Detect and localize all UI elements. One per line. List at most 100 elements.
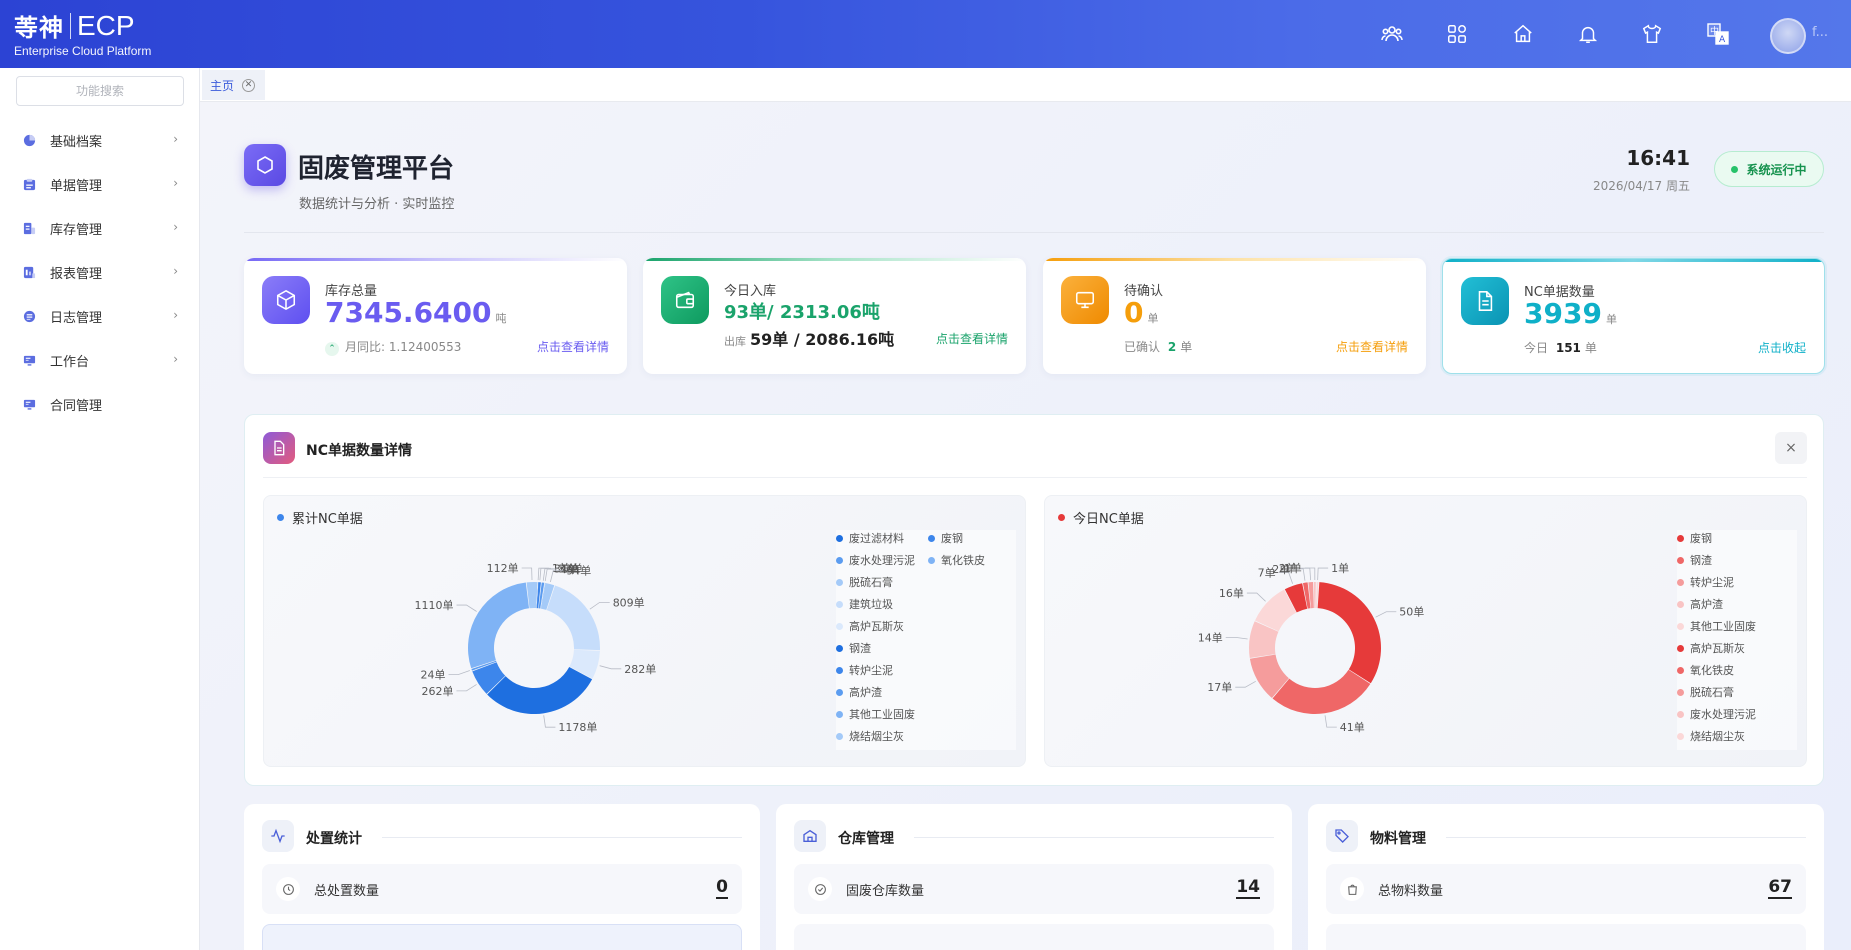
donut-slice[interactable] (546, 585, 600, 651)
sidebar-item-workbench[interactable]: 工作台 › (0, 338, 200, 382)
card-warehouse-management: 仓库管理 固废仓库数量 14 (776, 804, 1292, 950)
chart-title: 累计NC单据 (277, 508, 363, 527)
sidebar-menu: 基础档案 › 单据管理 › 库存管理 › 报表管理 › 日志管理 › 工作台 › (0, 118, 200, 426)
legend-item[interactable]: 高炉瓦斯灰 (1677, 640, 1745, 656)
legend-item[interactable]: 转炉尘泥 (1677, 574, 1734, 590)
donut-slice[interactable] (468, 582, 530, 669)
monitor-icon (22, 353, 36, 367)
legend-label: 脱硫石膏 (849, 576, 893, 589)
kpi-card-nc-documents[interactable]: NC单据数量 3939 单 今日 151 单 点击收起 (1442, 258, 1825, 374)
divider (244, 232, 1824, 233)
kpi-unit: 单 (1147, 312, 1159, 325)
translate-icon[interactable]: 中A (1702, 18, 1734, 50)
apps-icon[interactable] (1441, 18, 1473, 50)
stat-value: 14 (1236, 877, 1260, 899)
legend-swatch (836, 666, 843, 674)
donut-slice[interactable] (1313, 582, 1316, 609)
legend-item[interactable]: 其他工业固废 (836, 706, 915, 722)
label-leader-line (1324, 715, 1337, 728)
clipboard-icon (22, 177, 36, 191)
kpi-detail-link[interactable]: 点击查看详情 (936, 330, 1008, 347)
legend-swatch (836, 600, 843, 608)
function-search-input[interactable]: 功能搜索 (16, 76, 184, 106)
slice-label: 17单 (1207, 681, 1232, 694)
legend-swatch (836, 710, 843, 718)
kpi-sub: 已确认 2单 (1124, 338, 1192, 355)
donut-slice[interactable] (1317, 582, 1381, 684)
legend-label: 烧结烟尘灰 (1690, 730, 1745, 743)
legend-item[interactable]: 钢渣 (836, 640, 871, 656)
sidebar-item-basic-archive[interactable]: 基础档案 › (0, 118, 200, 162)
legend-swatch (928, 556, 935, 564)
kpi-value-number: 3939 (1524, 297, 1602, 330)
legend-item[interactable]: 废过滤材料 (836, 530, 904, 546)
legend-item[interactable]: 脱硫石膏 (1677, 684, 1734, 700)
legend-item[interactable]: 其他工业固废 (1677, 618, 1756, 634)
legend-item[interactable]: 烧结烟尘灰 (1677, 728, 1745, 744)
kpi-detail-link[interactable]: 点击查看详情 (537, 338, 609, 355)
user-name[interactable]: f... (1812, 25, 1828, 40)
stat-row[interactable] (1326, 924, 1806, 950)
legend-item[interactable]: 脱硫石膏 (836, 574, 893, 590)
team-icon[interactable] (1376, 18, 1408, 50)
slice-label: 1110单 (415, 599, 454, 612)
sidebar-item-contract-management[interactable]: 合同管理 (0, 382, 200, 426)
legend-item[interactable]: 钢渣 (1677, 552, 1712, 568)
legend-item[interactable]: 废水处理污泥 (1677, 706, 1756, 722)
close-button[interactable]: × (1775, 432, 1807, 464)
home-icon[interactable] (1507, 18, 1539, 50)
legend-item[interactable]: 废钢 (1677, 530, 1712, 546)
kpi-collapse-link[interactable]: 点击收起 (1758, 339, 1806, 356)
log-icon (22, 309, 36, 323)
legend-label: 废钢 (941, 532, 963, 545)
card-title: 物料管理 (1370, 831, 1426, 847)
status-dot-icon (1731, 165, 1739, 173)
system-status-badge: 系统运行中 (1714, 151, 1824, 187)
legend-swatch (1677, 556, 1684, 564)
page-subtitle: 数据统计与分析 · 实时监控 (299, 197, 455, 212)
kpi-sub-text: 月同比: 1.12400553 (345, 340, 462, 354)
sidebar-item-inventory-management[interactable]: 库存管理 › (0, 206, 200, 250)
sidebar-item-report-management[interactable]: 报表管理 › (0, 250, 200, 294)
stat-row[interactable]: 固废仓库数量 14 (794, 864, 1274, 914)
stat-row[interactable]: 总物料数量 67 (1326, 864, 1806, 914)
legend-item[interactable]: 转炉尘泥 (836, 662, 893, 678)
bell-icon[interactable] (1572, 18, 1604, 50)
sidebar-item-label: 日志管理 (50, 310, 103, 326)
kpi-label: 今日入库 (724, 284, 777, 299)
sidebar-item-label: 库存管理 (50, 222, 103, 238)
sidebar-item-log-management[interactable]: 日志管理 › (0, 294, 200, 338)
stat-row[interactable]: 总处置数量 0 (262, 864, 742, 914)
user-avatar[interactable] (1770, 18, 1806, 54)
kpi-accent-bar (643, 258, 1026, 261)
shirt-icon[interactable] (1636, 18, 1668, 50)
chevron-right-icon: › (173, 264, 178, 278)
slice-label: 809单 (613, 596, 645, 609)
legend-label: 废水处理污泥 (849, 554, 915, 567)
legend-item[interactable]: 烧结烟尘灰 (836, 728, 904, 744)
legend-item[interactable]: 高炉瓦斯灰 (836, 618, 904, 634)
legend-item[interactable]: 高炉渣 (836, 684, 882, 700)
legend-swatch (836, 688, 843, 696)
close-icon[interactable]: ✕ (242, 78, 256, 92)
label-leader-line (521, 567, 533, 581)
activity-icon (262, 820, 294, 852)
kpi-detail-link[interactable]: 点击查看详情 (1336, 338, 1408, 355)
legend-item[interactable]: 废水处理污泥 (836, 552, 915, 568)
legend-item[interactable]: 氧化铁皮 (928, 552, 985, 568)
legend-item[interactable]: 废钢 (928, 530, 963, 546)
tab-home[interactable]: 主页 ✕ (202, 70, 266, 100)
chart-today-nc: 今日NC单据 50单 41单 17单 14单 16单 7单 2单 2单 1单 1单 废钢 钢渣 转炉尘… (1044, 495, 1807, 767)
legend-item[interactable]: 高炉渣 (1677, 596, 1723, 612)
sidebar-item-document-management[interactable]: 单据管理 › (0, 162, 200, 206)
kpi-sub: 出库 59单 / 2086.16吨 (724, 326, 894, 350)
stat-row[interactable] (262, 924, 742, 950)
stat-row[interactable] (794, 924, 1274, 950)
sidebar: 功能搜索 基础档案 › 单据管理 › 库存管理 › 报表管理 › 日志管理 › (0, 68, 200, 950)
legend-item[interactable]: 氧化铁皮 (1677, 662, 1734, 678)
legend-item[interactable]: 建筑垃圾 (836, 596, 893, 612)
donut-slice[interactable] (1272, 669, 1371, 714)
stat-value: 67 (1768, 877, 1792, 899)
svg-text:A: A (1719, 35, 1726, 45)
kpi-sub: ⌃ 月同比: 1.12400553 (325, 338, 461, 356)
